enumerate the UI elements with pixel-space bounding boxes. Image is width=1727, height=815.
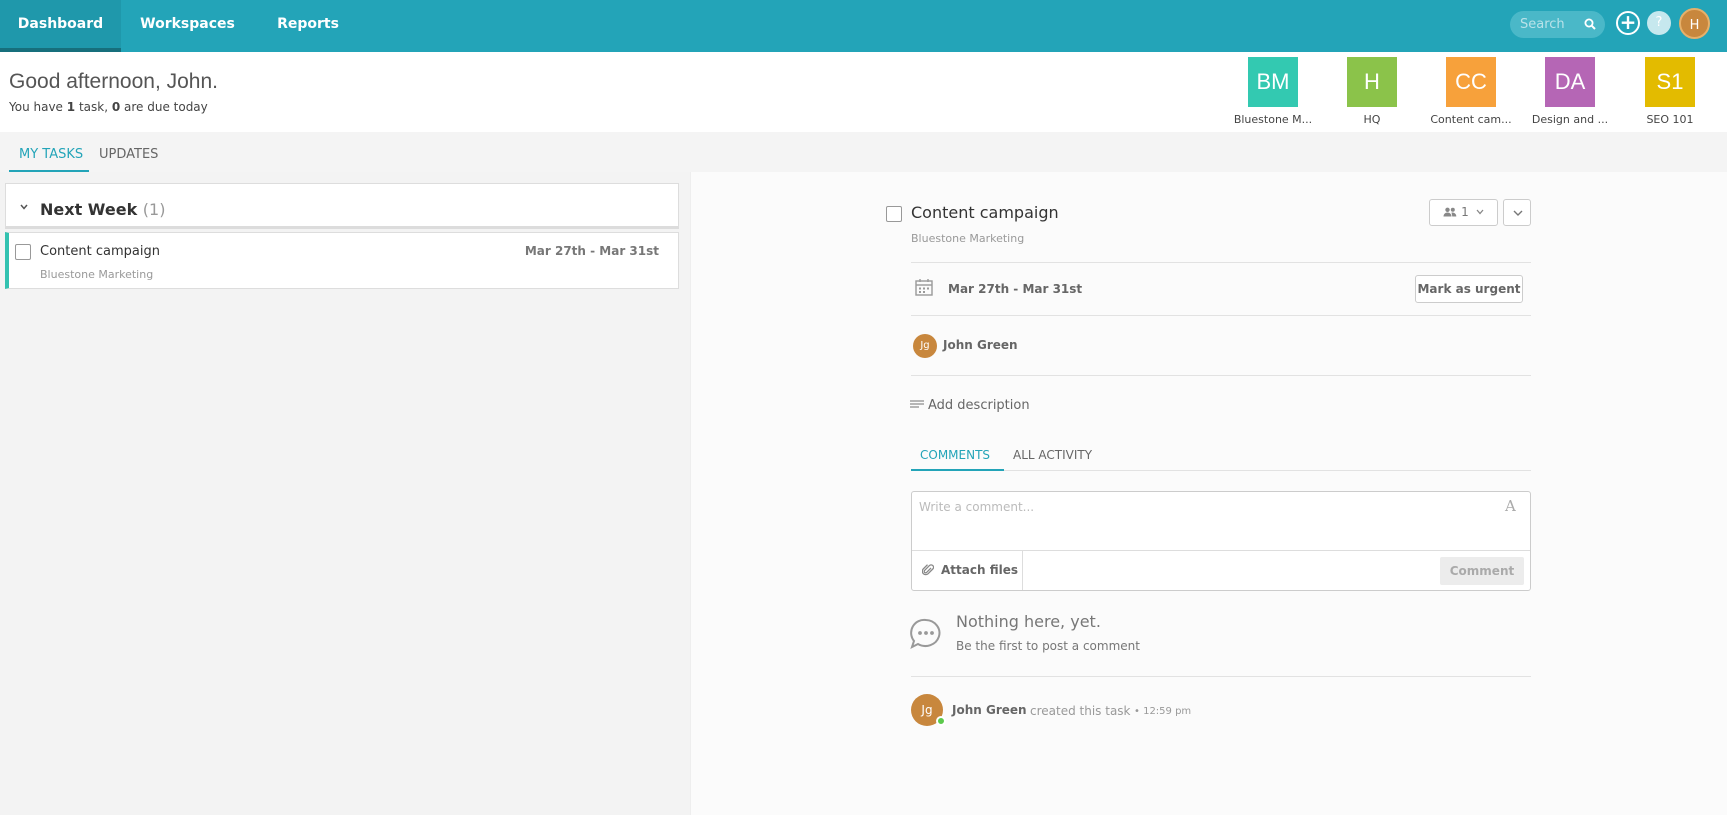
workspace-avatar: H xyxy=(1347,57,1397,107)
paperclip-icon xyxy=(922,564,934,576)
search-icon xyxy=(1584,18,1596,30)
user-avatar[interactable]: H xyxy=(1679,8,1710,39)
tab-my-tasks[interactable]: MY TASKS xyxy=(19,147,83,162)
tabs-row xyxy=(0,132,1727,172)
divider xyxy=(911,676,1531,677)
nav-workspaces[interactable]: Workspaces xyxy=(130,0,245,52)
workspace-avatar: CC xyxy=(1446,57,1496,107)
task-workspace: Bluestone Marketing xyxy=(40,268,154,281)
divider xyxy=(911,470,1531,471)
detail-task-checkbox[interactable] xyxy=(886,206,902,222)
detail-task-workspace[interactable]: Bluestone Marketing xyxy=(911,232,1024,245)
chevron-down-icon xyxy=(1513,210,1523,216)
workspace-tile-cc[interactable]: CC Content cam... xyxy=(1426,57,1516,126)
nav-reports[interactable]: Reports xyxy=(268,0,348,52)
comment-submit-button[interactable]: Comment xyxy=(1440,557,1524,585)
workspace-label: Content cam... xyxy=(1430,113,1512,126)
empty-state-subtitle: Be the first to post a comment xyxy=(956,639,1140,653)
greeting: Good afternoon, John. xyxy=(9,70,218,93)
users-icon xyxy=(1443,207,1457,217)
assignees-button[interactable]: 1 xyxy=(1429,199,1498,226)
task-checkbox[interactable] xyxy=(15,244,31,260)
assign-count: 1 xyxy=(1461,205,1469,219)
divider xyxy=(911,262,1531,263)
chevron-down-icon[interactable] xyxy=(19,202,29,212)
assignee-name[interactable]: John Green xyxy=(943,338,1018,352)
workspace-label: Design and ... xyxy=(1531,113,1609,126)
detail-task-title[interactable]: Content campaign xyxy=(911,203,1059,222)
workspace-avatar: DA xyxy=(1545,57,1595,107)
tab-all-activity[interactable]: ALL ACTIVITY xyxy=(1013,448,1092,462)
activity-text: created this task xyxy=(1030,704,1131,718)
divider xyxy=(911,375,1531,376)
assignee-avatar[interactable]: Jg xyxy=(913,334,937,358)
mark-urgent-button[interactable]: Mark as urgent xyxy=(1415,275,1523,303)
search-placeholder: Search xyxy=(1520,17,1565,32)
activity-user[interactable]: John Green xyxy=(952,703,1027,717)
divider xyxy=(911,315,1531,316)
workspace-label: SEO 101 xyxy=(1646,113,1694,126)
active-comment-tab-indicator xyxy=(911,469,1004,471)
task-summary: You have 1 task, 0 are due today xyxy=(9,100,208,114)
nav-dashboard[interactable]: Dashboard xyxy=(0,0,121,52)
task-group-title: Next Week (1) xyxy=(40,200,166,219)
workspace-tile-s1[interactable]: S1 SEO 101 xyxy=(1625,57,1715,126)
online-status-dot xyxy=(936,716,946,726)
workspace-tile-bm[interactable]: BM Bluestone M... xyxy=(1228,57,1318,126)
workspace-tile-da[interactable]: DA Design and ... xyxy=(1525,57,1615,126)
workspace-avatar: BM xyxy=(1248,57,1298,107)
workspace-label: Bluestone M... xyxy=(1233,113,1313,126)
more-options-button[interactable] xyxy=(1503,199,1531,226)
top-nav-bar xyxy=(0,0,1727,52)
task-dates: Mar 27th - Mar 31st xyxy=(524,244,659,258)
comment-placeholder: Write a comment... xyxy=(919,500,1035,514)
task-name: Content campaign xyxy=(40,244,160,259)
tab-comments[interactable]: COMMENTS xyxy=(920,448,990,462)
tab-updates[interactable]: UPDATES xyxy=(99,147,158,162)
text-format-icon[interactable]: A xyxy=(1505,497,1516,515)
add-description-link[interactable]: Add description xyxy=(928,398,1030,413)
attach-files-label: Attach files xyxy=(941,563,1018,577)
workspace-avatar: S1 xyxy=(1645,57,1695,107)
detail-dates[interactable]: Mar 27th - Mar 31st xyxy=(948,282,1082,296)
workspace-label: HQ xyxy=(1363,113,1381,126)
calendar-icon[interactable] xyxy=(915,278,933,296)
search-input[interactable]: Search xyxy=(1510,11,1605,38)
activity-time: • 12:59 pm xyxy=(1134,706,1192,717)
help-icon[interactable]: ? xyxy=(1647,11,1671,35)
chevron-down-icon xyxy=(1476,209,1484,215)
description-icon xyxy=(910,400,924,408)
workspace-tile-hq[interactable]: H HQ xyxy=(1327,57,1417,126)
add-icon[interactable]: + xyxy=(1616,11,1640,35)
empty-state-title: Nothing here, yet. xyxy=(956,612,1101,631)
chat-bubble-icon xyxy=(910,618,941,649)
